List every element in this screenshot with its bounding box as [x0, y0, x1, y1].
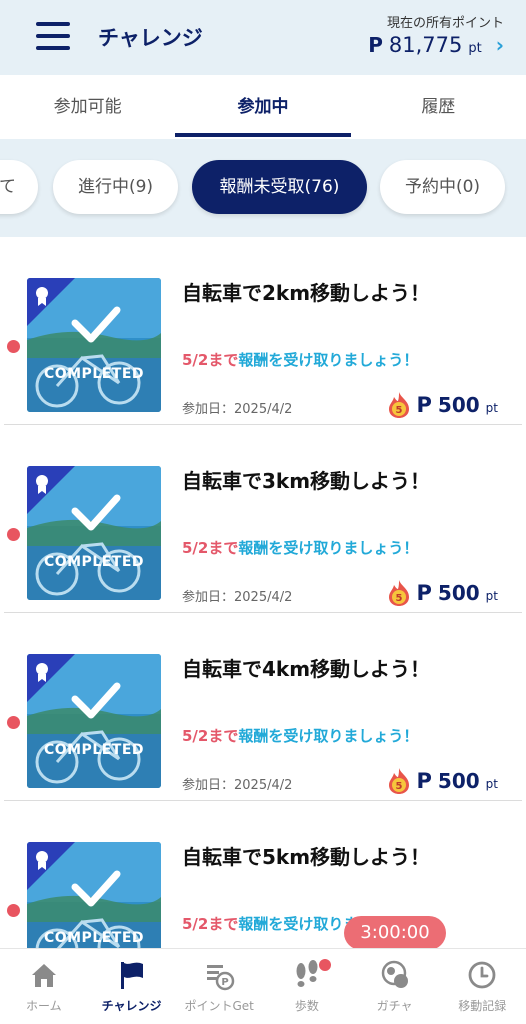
- unread-dot: [7, 716, 20, 729]
- challenge-title: 自転車で5km移動しよう！: [182, 845, 431, 869]
- tab-history[interactable]: 履歴: [351, 75, 526, 139]
- joined-date: 参加日：2025/4/2: [182, 590, 293, 605]
- nav-label: ポイントGet: [184, 999, 254, 1013]
- menu-icon[interactable]: [36, 22, 70, 50]
- unread-dot: [7, 340, 20, 353]
- nav-label: ガチャ: [376, 999, 413, 1013]
- deadline-text: 5/2まで報酬を受け取りましょう！: [182, 349, 418, 370]
- deadline-message: 報酬を受け取りましょう！: [238, 351, 419, 369]
- challenge-title: 自転車で4km移動しよう！: [182, 657, 431, 681]
- reward-unit: pt: [485, 401, 498, 415]
- bottom-nav: ホーム チャレンジ P ポイントGet 歩数 ガチャ 移動記録: [0, 948, 526, 1024]
- chevron-right-icon[interactable]: ›: [496, 33, 504, 57]
- nav-point-get[interactable]: P ポイントGet: [175, 949, 263, 1024]
- nav-label: ホーム: [26, 999, 62, 1013]
- chip-all[interactable]: て: [0, 160, 38, 214]
- chip-reserved[interactable]: 予約中(0): [380, 160, 505, 214]
- completed-badge: COMPLETED: [43, 930, 145, 946]
- bicycle-image: [27, 278, 161, 412]
- reward: 5 P 500 pt: [387, 391, 498, 419]
- challenge-title: 自転車で2km移動しよう！: [182, 281, 431, 305]
- nav-label: チャレンジ: [101, 999, 162, 1013]
- flame-number: 5: [395, 405, 402, 416]
- nav-label: 移動記録: [458, 999, 507, 1013]
- reward-point-mark: P: [416, 393, 432, 417]
- points-value: 81,775: [388, 33, 463, 57]
- points-label: 現在の所有ポイント: [386, 16, 504, 31]
- bicycle-image: [27, 466, 161, 600]
- reward-point-mark: P: [416, 581, 432, 605]
- reward: 5 P 500 pt: [387, 767, 498, 795]
- gacha-timer: 3:00:00: [344, 916, 446, 958]
- nav-travel-log[interactable]: 移動記録: [438, 949, 526, 1024]
- challenge-title: 自転車で3km移動しよう！: [182, 469, 431, 493]
- svg-text:P: P: [222, 977, 229, 988]
- gacha-icon: [381, 960, 408, 988]
- nav-gacha[interactable]: ガチャ: [351, 949, 439, 1024]
- nav-steps[interactable]: 歩数: [263, 949, 351, 1024]
- flame-number: 5: [395, 781, 402, 792]
- challenge-card[interactable]: COMPLETED 自転車で4km移動しよう！ 5/2まで報酬を受け取りましょう…: [0, 613, 526, 801]
- bicycle-image: [27, 654, 161, 788]
- flag-icon: [120, 962, 143, 989]
- tab-bar: 参加可能 参加中 履歴: [0, 75, 526, 139]
- page-title: チャレンジ: [98, 26, 203, 50]
- chip-in-progress[interactable]: 進行中(9): [53, 160, 178, 214]
- chip-unclaimed[interactable]: 報酬未受取(76): [192, 160, 367, 214]
- deadline-message: 報酬を受け取りましょう！: [238, 539, 419, 557]
- notification-dot: [319, 959, 332, 971]
- flame-icon: 5: [388, 768, 409, 794]
- completed-badge: COMPLETED: [43, 742, 145, 758]
- joined-date: 参加日：2025/4/2: [182, 402, 293, 417]
- deadline-date: 5/2まで: [182, 727, 239, 745]
- app-header: チャレンジ 現在の所有ポイント P 81,775 pt ›: [0, 0, 526, 75]
- reward-value: 500: [437, 581, 480, 605]
- home-icon: [31, 964, 56, 987]
- challenge-thumbnail: COMPLETED: [27, 654, 161, 788]
- point-get-icon: P: [207, 965, 235, 991]
- challenge-card[interactable]: COMPLETED 自転車で2km移動しよう！ 5/2まで報酬を受け取りましょう…: [0, 237, 526, 425]
- flame-icon: 5: [388, 580, 409, 606]
- completed-badge: COMPLETED: [43, 366, 145, 382]
- filter-chips: て 進行中(9) 報酬未受取(76) 予約中(0): [0, 139, 526, 237]
- reward-value: 500: [437, 769, 480, 793]
- flame-number: 5: [395, 593, 402, 604]
- nav-label: 歩数: [294, 999, 319, 1013]
- clock-icon: [468, 961, 496, 989]
- deadline-text: 5/2まで報酬を受け取りましょう！: [182, 725, 418, 746]
- unread-dot: [7, 904, 20, 917]
- nav-home[interactable]: ホーム: [0, 949, 88, 1024]
- unread-dot: [7, 528, 20, 541]
- challenge-card[interactable]: COMPLETED 自転車で3km移動しよう！ 5/2まで報酬を受け取りましょう…: [0, 425, 526, 613]
- reward-unit: pt: [485, 777, 498, 791]
- deadline-text: 5/2まで報酬を受け取りましょう！: [182, 537, 418, 558]
- reward-unit: pt: [485, 589, 498, 603]
- point-mark-icon: P: [368, 33, 383, 57]
- reward: 5 P 500 pt: [387, 579, 498, 607]
- points-unit: pt: [468, 40, 482, 56]
- joined-date: 参加日：2025/4/2: [182, 778, 293, 793]
- deadline-date: 5/2まで: [182, 351, 239, 369]
- completed-badge: COMPLETED: [43, 554, 145, 570]
- flame-icon: 5: [388, 392, 409, 418]
- reward-point-mark: P: [416, 769, 432, 793]
- tab-participating[interactable]: 参加中: [175, 75, 351, 139]
- deadline-date: 5/2まで: [182, 915, 239, 933]
- deadline-message: 報酬を受け取りましょう！: [238, 727, 419, 745]
- challenge-thumbnail: COMPLETED: [27, 278, 161, 412]
- tab-available[interactable]: 参加可能: [0, 75, 175, 139]
- reward-value: 500: [437, 393, 480, 417]
- deadline-date: 5/2まで: [182, 539, 239, 557]
- challenge-thumbnail: COMPLETED: [27, 466, 161, 600]
- points-summary[interactable]: P 81,775 pt ›: [368, 33, 504, 57]
- nav-challenge[interactable]: チャレンジ: [88, 949, 176, 1024]
